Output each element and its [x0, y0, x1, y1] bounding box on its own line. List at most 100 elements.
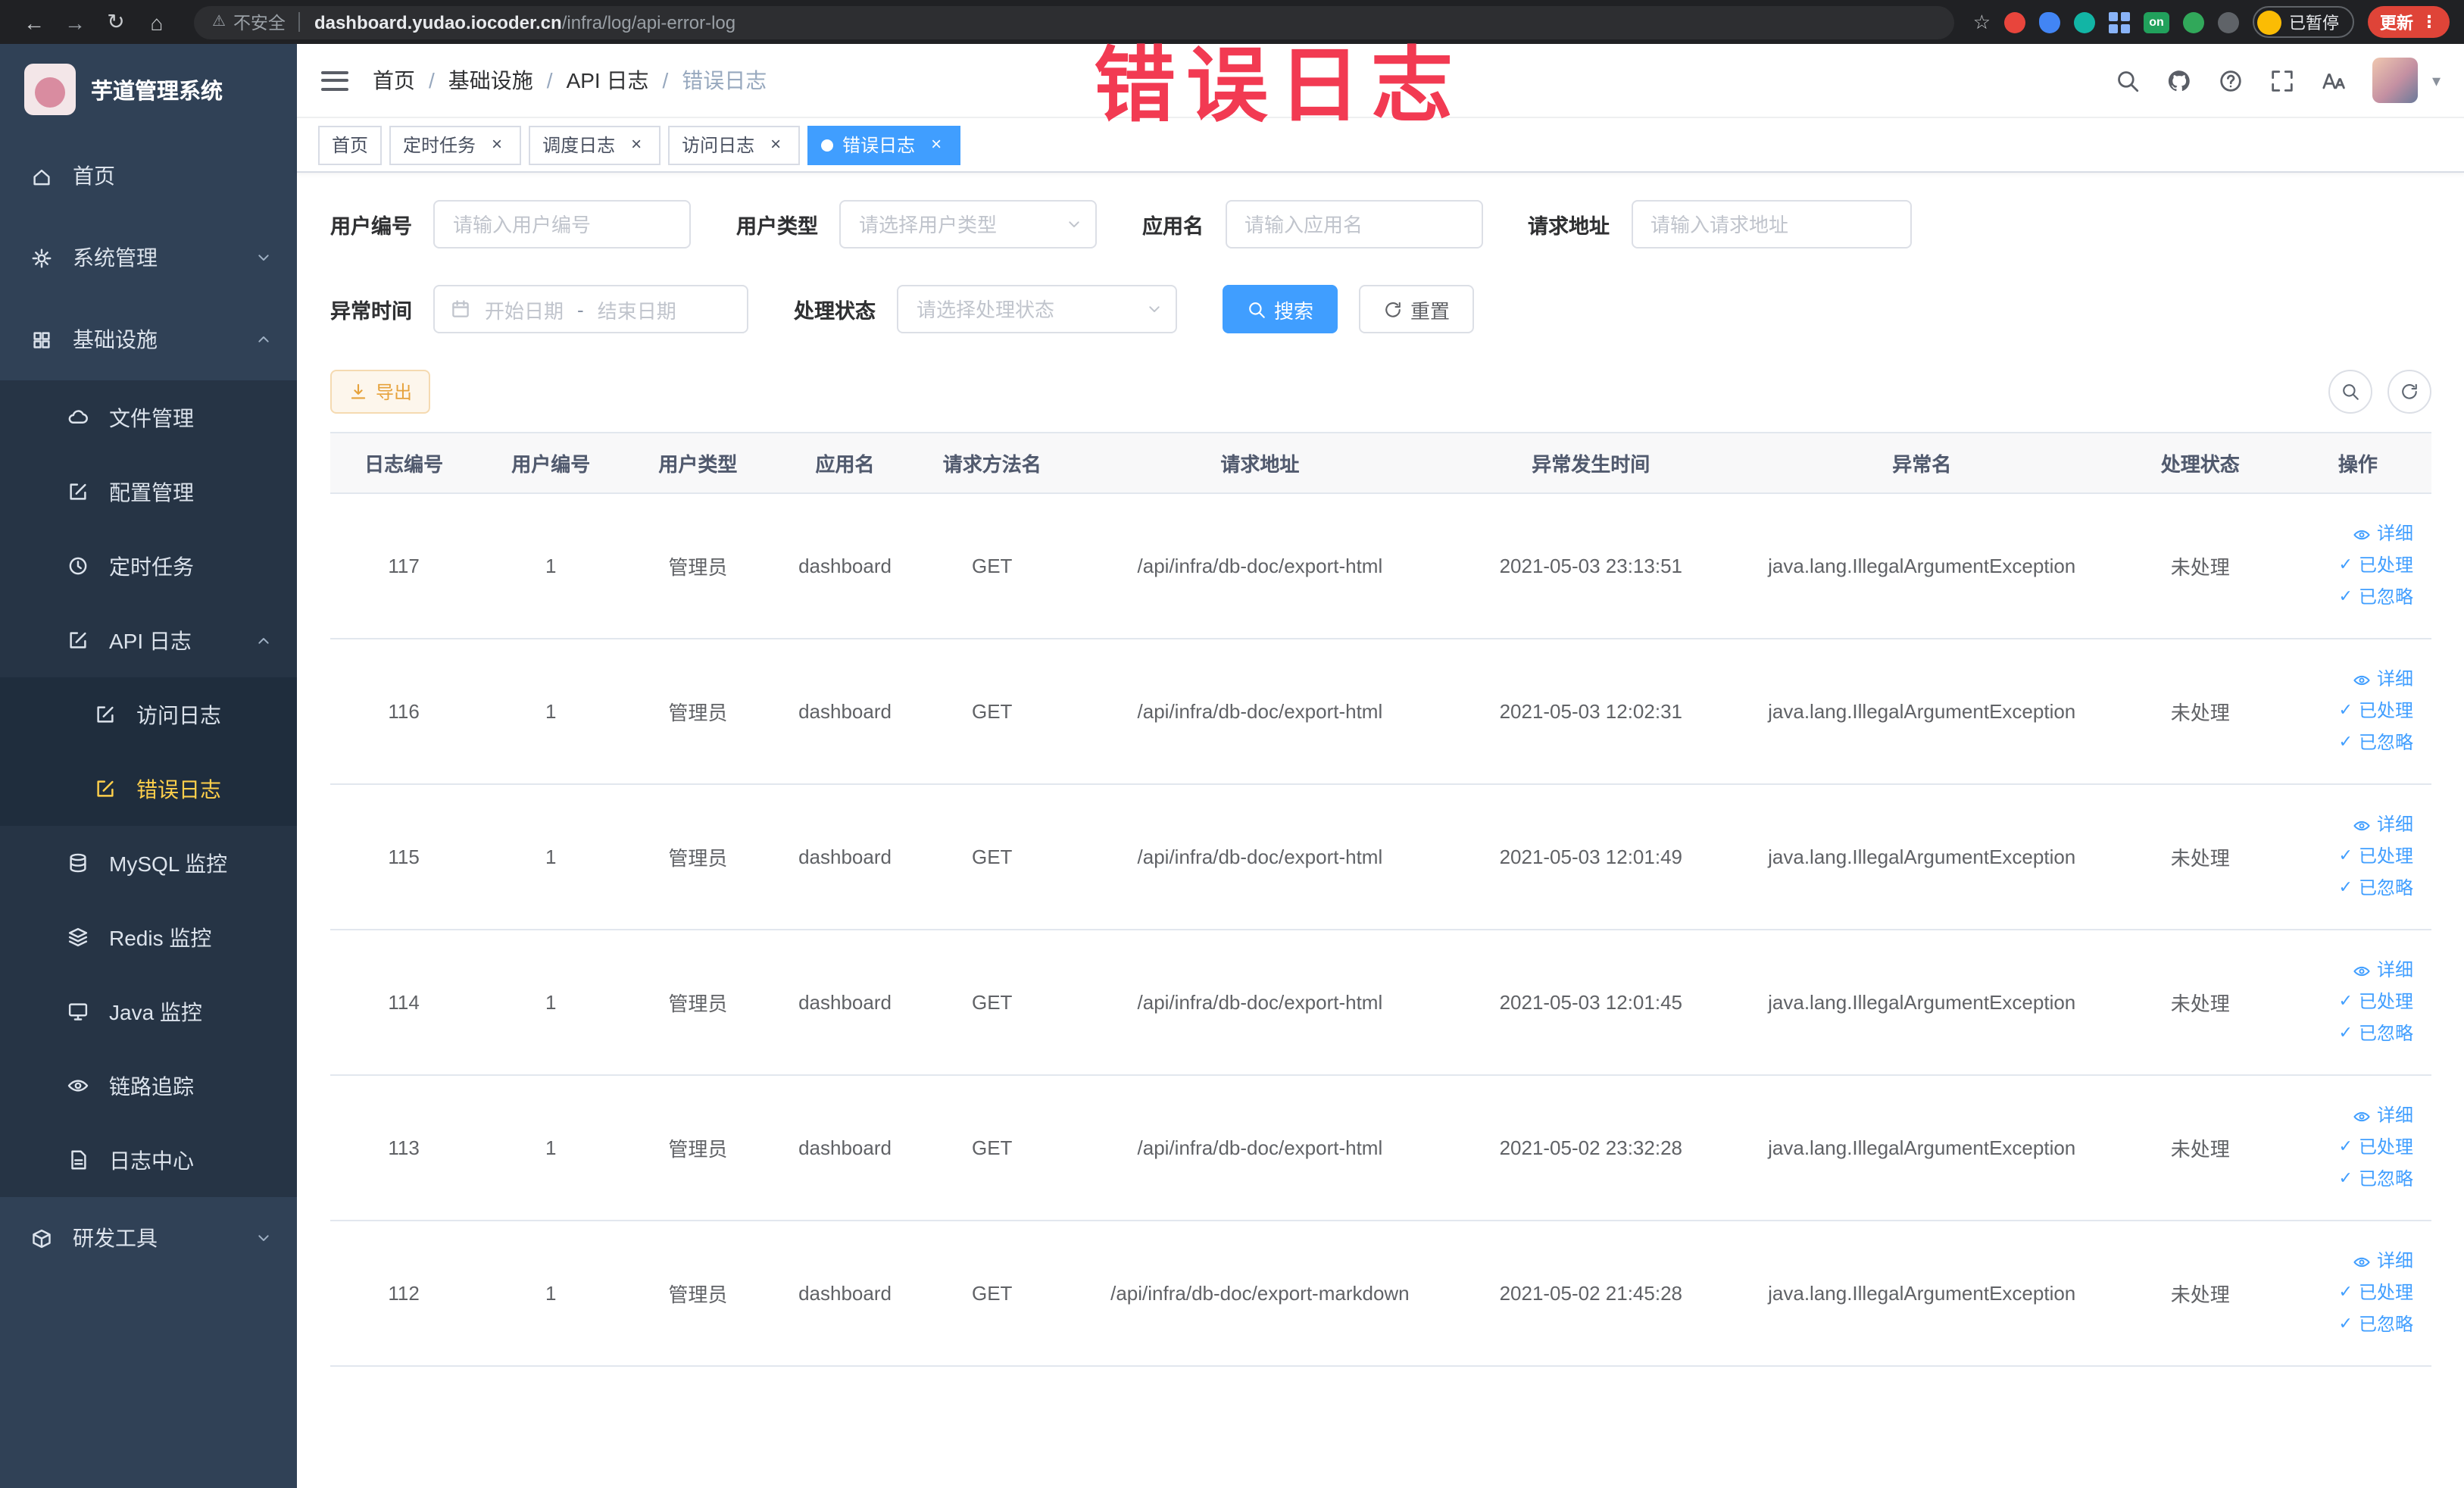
table-header-row: 日志编号 用户编号 用户类型 应用名 请求方法名 请求地址 异常发生时间 异常名…: [330, 432, 2431, 494]
mark-ignored-link[interactable]: ✓ 已忽略: [2294, 873, 2413, 905]
sidebar-item-mysql-monitor[interactable]: MySQL 监控: [0, 826, 297, 900]
mark-ignored-link[interactable]: ✓ 已忽略: [2294, 582, 2413, 614]
request-url-input[interactable]: [1631, 200, 1911, 249]
sidebar-item-dev-tools[interactable]: 研发工具: [0, 1197, 297, 1279]
browser-forward-icon[interactable]: →: [56, 10, 94, 34]
caret-down-icon[interactable]: ▾: [2432, 70, 2441, 90]
detail-link[interactable]: 详细: [2294, 1246, 2413, 1277]
tab-access-log[interactable]: 访问日志 ×: [668, 125, 801, 164]
close-tab-icon[interactable]: ×: [926, 133, 947, 155]
browser-update-button[interactable]: 更新 ⋮: [2368, 6, 2450, 38]
cell-request-url: /api/infra/db-doc/export-html: [1065, 784, 1454, 930]
user-id-input[interactable]: [433, 200, 691, 249]
sidebar-item-java-monitor[interactable]: Java 监控: [0, 974, 297, 1049]
close-tab-icon[interactable]: ×: [486, 133, 507, 155]
detail-link[interactable]: 详细: [2294, 809, 2413, 841]
detail-link[interactable]: 详细: [2294, 1100, 2413, 1132]
breadcrumb-item-error-log: 错误日志: [682, 68, 767, 92]
column-header-user-type: 用户类型: [624, 432, 772, 494]
sidebar-item-infrastructure[interactable]: 基础设施: [0, 299, 297, 380]
close-tab-icon[interactable]: ×: [626, 133, 647, 155]
mark-ignored-link[interactable]: ✓ 已忽略: [2294, 1018, 2413, 1050]
github-icon[interactable]: [2167, 67, 2193, 93]
end-date-placeholder: 结束日期: [597, 299, 676, 322]
extension-red-icon[interactable]: [2004, 11, 2025, 33]
sidebar-item-scheduled-tasks[interactable]: 定时任务: [0, 529, 297, 603]
mark-ignored-link[interactable]: ✓ 已忽略: [2294, 1309, 2413, 1341]
mark-processed-link[interactable]: ✓ 已处理: [2294, 1277, 2413, 1309]
cell-actions: 详细 ✓ 已处理 ✓ 已忽略: [2284, 493, 2431, 639]
profile-paused-badge[interactable]: 已暂停: [2253, 6, 2354, 38]
breadcrumb-item-home[interactable]: 首页: [373, 65, 415, 95]
browser-back-icon[interactable]: ←: [15, 10, 53, 34]
search-button[interactable]: 搜索: [1223, 285, 1338, 333]
chevron-up-icon: [255, 330, 273, 349]
tab-scheduled-tasks[interactable]: 定时任务 ×: [389, 125, 522, 164]
process-status-select[interactable]: [897, 285, 1177, 333]
exception-time-range[interactable]: 开始日期 - 结束日期: [433, 285, 748, 333]
sidebar-item-redis-monitor[interactable]: Redis 监控: [0, 900, 297, 974]
sidebar-item-system-management[interactable]: 系统管理: [0, 217, 297, 299]
bookmark-star-icon[interactable]: ☆: [1973, 10, 1991, 34]
reset-button[interactable]: 重置: [1359, 285, 1475, 333]
tab-home[interactable]: 首页: [318, 125, 383, 164]
cell-app-name: dashboard: [771, 1075, 919, 1221]
mark-ignored-link[interactable]: ✓ 已忽略: [2294, 1164, 2413, 1196]
security-label[interactable]: 不安全: [233, 10, 286, 34]
logo[interactable]: 芋道管理系统: [0, 44, 297, 135]
browser-reload-icon[interactable]: ↻: [97, 9, 135, 35]
calendar-icon: [450, 299, 471, 320]
table-toolbar: 导出: [330, 370, 2431, 414]
detail-link-label: 详细: [2376, 1105, 2413, 1126]
extension-on-badge[interactable]: on: [2144, 11, 2169, 33]
detail-link[interactable]: 详细: [2294, 955, 2413, 986]
eye-icon: [2353, 961, 2371, 980]
logo-image: [24, 64, 76, 115]
cell-method: GET: [918, 1221, 1066, 1367]
mark-processed-link[interactable]: ✓ 已处理: [2294, 550, 2413, 582]
detail-link[interactable]: 详细: [2294, 518, 2413, 550]
mark-processed-link[interactable]: ✓ 已处理: [2294, 841, 2413, 873]
sidebar-toggle-icon[interactable]: [321, 70, 348, 90]
app-name-input[interactable]: [1225, 200, 1482, 249]
search-icon[interactable]: [2116, 67, 2141, 93]
mark-processed-link[interactable]: ✓ 已处理: [2294, 986, 2413, 1018]
mark-ignored-link[interactable]: ✓ 已忽略: [2294, 727, 2413, 759]
user-type-select[interactable]: [839, 200, 1097, 249]
browser-menu-icon[interactable]: ⋮: [2421, 12, 2437, 32]
export-button[interactable]: 导出: [330, 370, 431, 414]
mark-processed-link[interactable]: ✓ 已处理: [2294, 1132, 2413, 1164]
sidebar-item-label: API 日志: [109, 628, 192, 652]
sidebar-item-link-tracing[interactable]: 链路追踪: [0, 1049, 297, 1123]
close-tab-icon[interactable]: ×: [765, 133, 786, 155]
sidebar-item-api-log[interactable]: API 日志: [0, 603, 297, 677]
sidebar-item-config-management[interactable]: 配置管理: [0, 455, 297, 529]
start-date-placeholder: 开始日期: [485, 299, 564, 322]
help-icon[interactable]: [2219, 67, 2244, 93]
detail-link-label: 详细: [2376, 523, 2413, 544]
ignored-link-label: 已忽略: [2358, 586, 2413, 608]
extension-leaf-icon[interactable]: [2183, 11, 2204, 33]
mark-processed-link[interactable]: ✓ 已处理: [2294, 696, 2413, 727]
breadcrumb-item-api-log[interactable]: API 日志: [567, 65, 649, 95]
sidebar-item-file-management[interactable]: 文件管理: [0, 380, 297, 455]
fullscreen-icon[interactable]: [2270, 67, 2296, 93]
extension-teal-icon[interactable]: [2074, 11, 2095, 33]
sidebar-item-log-center[interactable]: 日志中心: [0, 1123, 297, 1197]
sidebar-item-access-log[interactable]: 访问日志: [0, 677, 297, 752]
tab-dispatch-log[interactable]: 调度日志 ×: [529, 125, 661, 164]
detail-link[interactable]: 详细: [2294, 664, 2413, 696]
address-bar[interactable]: ⚠ 不安全 dashboard.yudao.iocoder.cn /infra/…: [194, 5, 1955, 39]
font-size-icon[interactable]: [2322, 67, 2347, 93]
sidebar-item-home[interactable]: 首页: [0, 135, 297, 217]
breadcrumb-item-infrastructure[interactable]: 基础设施: [448, 65, 533, 95]
refresh-table-button[interactable]: [2387, 370, 2431, 414]
sidebar-item-error-log[interactable]: 错误日志: [0, 752, 297, 826]
user-avatar[interactable]: [2372, 58, 2419, 103]
search-toggle-button[interactable]: [2328, 370, 2372, 414]
tab-error-log[interactable]: 错误日志 ×: [807, 125, 961, 164]
extension-blue-drop-icon[interactable]: [2039, 11, 2060, 33]
extensions-grid-icon[interactable]: [2109, 11, 2130, 33]
extension-paw-icon[interactable]: [2218, 11, 2239, 33]
browser-home-icon[interactable]: ⌂: [138, 10, 176, 34]
